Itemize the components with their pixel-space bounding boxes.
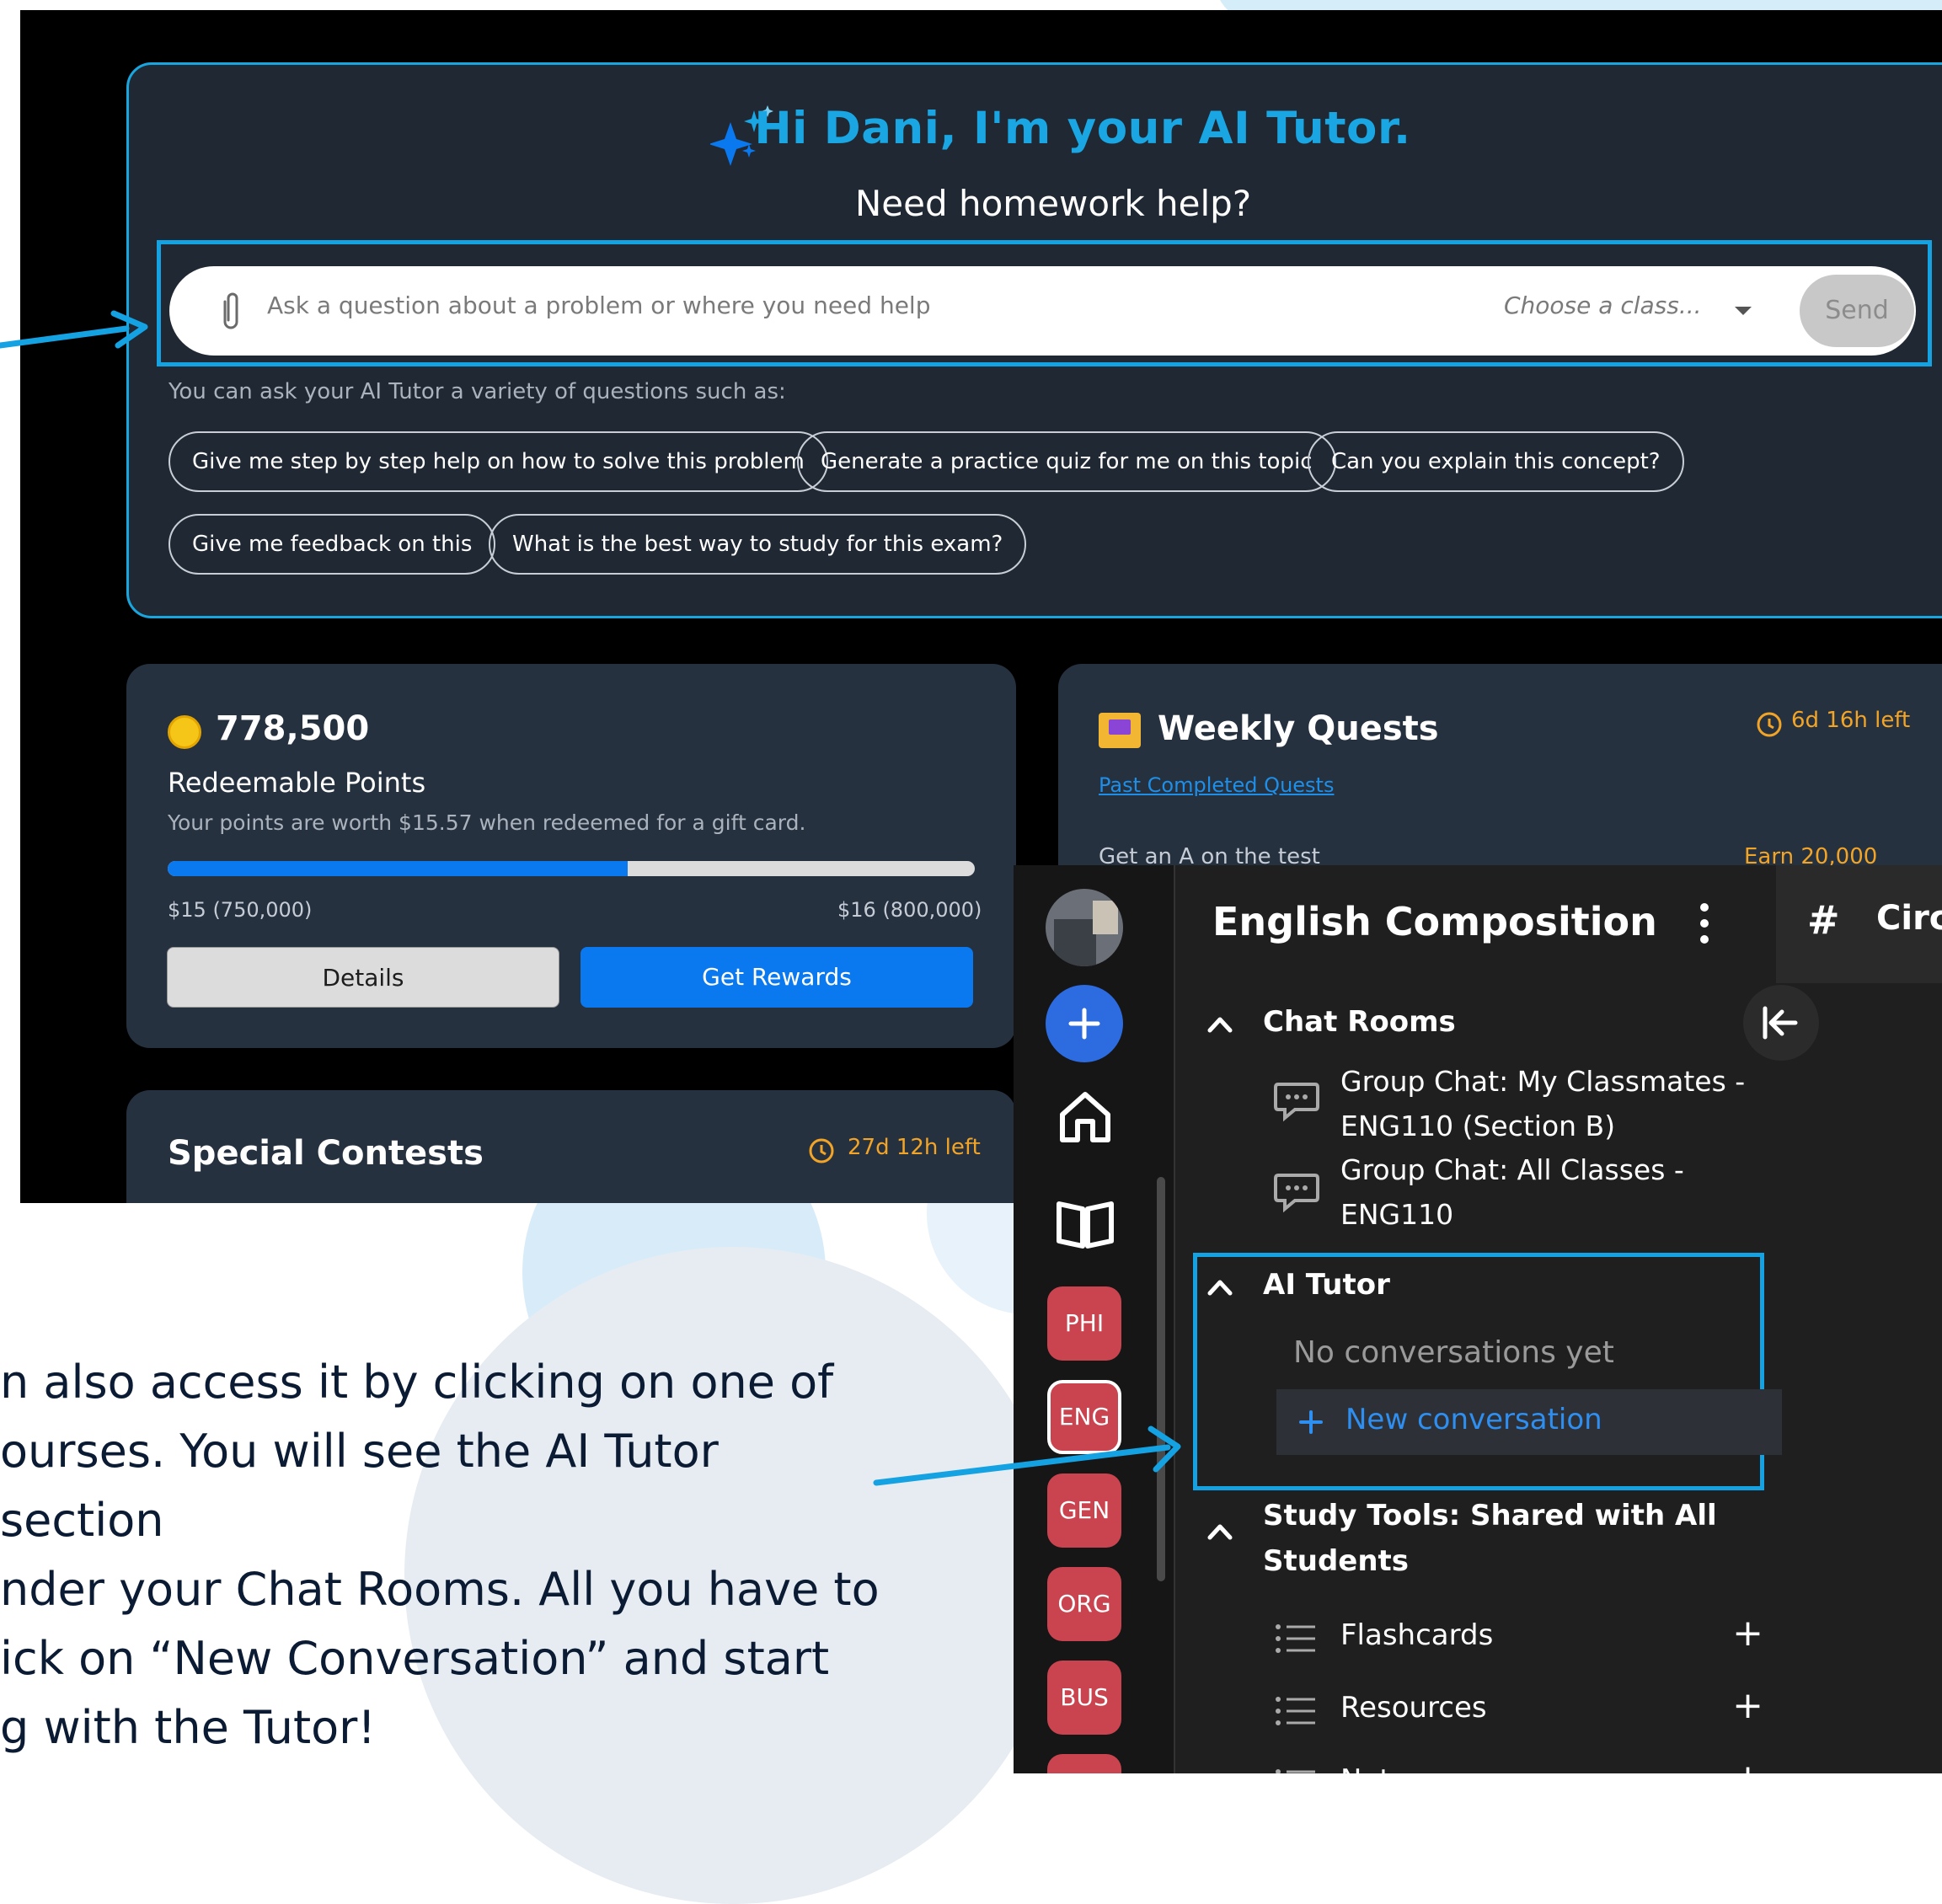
course-title: English Composition: [1212, 899, 1657, 944]
special-contests-title: Special Contests: [168, 1134, 484, 1173]
add-notes-icon[interactable]: +: [1732, 1757, 1763, 1773]
new-conversation-button[interactable]: New conversation: [1276, 1389, 1782, 1455]
details-button[interactable]: Details: [167, 947, 559, 1008]
chat-room-classmates[interactable]: Group Chat: My Classmates - ENG110 (Sect…: [1340, 1059, 1745, 1148]
weekly-quests-title: Weekly Quests: [1158, 709, 1439, 748]
study-tool-label: Notes: [1340, 1763, 1423, 1773]
send-button[interactable]: Send: [1800, 275, 1914, 347]
chevron-up-icon[interactable]: [1207, 1278, 1233, 1297]
new-conversation-label: New conversation: [1345, 1403, 1602, 1436]
hash-icon: #: [1807, 897, 1840, 943]
points-description: Your points are worth $15.57 when redeem…: [168, 810, 806, 835]
chip-explain-concept[interactable]: Can you explain this concept?: [1308, 431, 1684, 492]
instruction-line: n also access it by clicking on one of: [0, 1356, 834, 1409]
home-icon[interactable]: [1056, 1088, 1115, 1147]
chip-study-for-exam[interactable]: What is the best way to study for this e…: [489, 514, 1027, 575]
list-icon: [1276, 1769, 1315, 1773]
book-icon[interactable]: [1054, 1197, 1116, 1253]
progress-min-label: $15 (750,000): [168, 898, 313, 922]
course-phi[interactable]: PHI: [1047, 1286, 1121, 1361]
ai-tutor-header[interactable]: AI Tutor: [1263, 1268, 1390, 1302]
chat-room-classmates-line1: Group Chat: My Classmates -: [1340, 1065, 1746, 1098]
study-tool-label: Resources: [1340, 1691, 1487, 1725]
avatar[interactable]: [1046, 889, 1123, 966]
points-progress-track: [168, 861, 975, 876]
points-amount: 778,500: [216, 709, 370, 748]
example-questions-hint: You can ask your AI Tutor a variety of q…: [169, 379, 786, 404]
plus-icon: [1068, 1008, 1100, 1040]
chevron-down-icon[interactable]: [1733, 305, 1753, 317]
past-completed-quests-link[interactable]: Past Completed Quests: [1099, 773, 1334, 797]
progress-max-label: $16 (800,000): [837, 898, 982, 922]
paperclip-icon[interactable]: [218, 290, 243, 334]
course-bus[interactable]: BUS: [1047, 1661, 1121, 1735]
question-input[interactable]: Ask a question about a problem or where …: [267, 291, 930, 319]
points-label: Redeemable Points: [168, 767, 426, 799]
plus-icon: [1299, 1410, 1323, 1434]
study-tools-header[interactable]: Study Tools: Shared with All Students: [1263, 1493, 1717, 1584]
chat-room-all-classes-line2: ENG110: [1340, 1198, 1454, 1231]
instruction-line: nder your Chat Rooms. All you have to: [0, 1563, 880, 1616]
rail-scrollbar[interactable]: [1157, 1177, 1165, 1581]
chevron-up-icon[interactable]: [1207, 1522, 1233, 1541]
chat-room-all-classes[interactable]: Group Chat: All Classes - ENG110: [1340, 1147, 1684, 1237]
instruction-line: g with the Tutor!: [0, 1701, 377, 1754]
course-partial[interactable]: [1047, 1754, 1121, 1773]
chat-room-all-classes-line1: Group Chat: All Classes -: [1340, 1153, 1684, 1186]
chip-step-by-step[interactable]: Give me step by step help on how to solv…: [169, 431, 828, 492]
chip-feedback[interactable]: Give me feedback on this: [169, 514, 496, 575]
channel-name: Circ: [1876, 899, 1942, 938]
add-course-button[interactable]: [1046, 985, 1123, 1062]
course-org[interactable]: ORG: [1047, 1567, 1121, 1641]
contests-time-left: 27d 12h left: [848, 1135, 981, 1160]
ask-question-bar[interactable]: Ask a question about a problem or where …: [169, 266, 1916, 356]
list-icon: [1276, 1624, 1315, 1653]
quests-time-left: 6d 16h left: [1791, 708, 1911, 733]
chat-bubble-icon: [1274, 1174, 1319, 1213]
add-flashcards-icon[interactable]: +: [1732, 1612, 1763, 1655]
more-vertical-icon[interactable]: [1696, 902, 1713, 944]
instruction-paragraph: n also access it by clicking on one of o…: [0, 1348, 893, 1762]
study-tools-header-line1: Study Tools: Shared with All: [1263, 1499, 1717, 1532]
clock-icon: [1757, 712, 1782, 737]
add-resources-icon[interactable]: +: [1732, 1684, 1763, 1727]
study-tool-notes[interactable]: Notes +: [1275, 1757, 1763, 1773]
chevron-up-icon[interactable]: [1207, 1015, 1233, 1034]
collapse-sidebar-button[interactable]: [1743, 985, 1819, 1061]
list-icon: [1276, 1697, 1315, 1725]
coin-icon: [168, 715, 201, 749]
tutor-subtitle: Need homework help?: [854, 183, 1252, 224]
instruction-line: ourses. You will see the AI Tutor sectio…: [0, 1425, 719, 1547]
clock-icon: [809, 1138, 834, 1163]
points-progress-fill: [168, 861, 629, 876]
instruction-line: ick on “New Conversation” and start: [0, 1632, 830, 1685]
chat-room-classmates-line2: ENG110 (Section B): [1340, 1110, 1616, 1142]
chat-bubble-icon: [1274, 1083, 1319, 1122]
study-tool-resources[interactable]: Resources +: [1275, 1684, 1763, 1736]
pointer-arrow-input: [0, 310, 148, 349]
get-rewards-button[interactable]: Get Rewards: [580, 947, 973, 1008]
collapse-left-icon: [1763, 1006, 1798, 1040]
pointer-arrow-ai-tutor: [873, 1425, 1181, 1486]
course-sidebar-screenshot: PHI ENG GEN ORG BUS English Composition …: [1014, 865, 1942, 1773]
tutor-greeting-title: Hi Dani, I'm your AI Tutor.: [754, 103, 1411, 154]
no-conversations-text: No conversations yet: [1293, 1335, 1614, 1370]
class-select[interactable]: Choose a class...: [1504, 291, 1702, 319]
chip-practice-quiz[interactable]: Generate a practice quiz for me on this …: [797, 431, 1336, 492]
study-tool-flashcards[interactable]: Flashcards +: [1275, 1612, 1763, 1664]
study-tools-header-line2: Students: [1263, 1544, 1410, 1578]
chat-rooms-header[interactable]: Chat Rooms: [1263, 1005, 1456, 1039]
trophy-icon: [1099, 713, 1141, 748]
study-tool-label: Flashcards: [1340, 1618, 1494, 1652]
